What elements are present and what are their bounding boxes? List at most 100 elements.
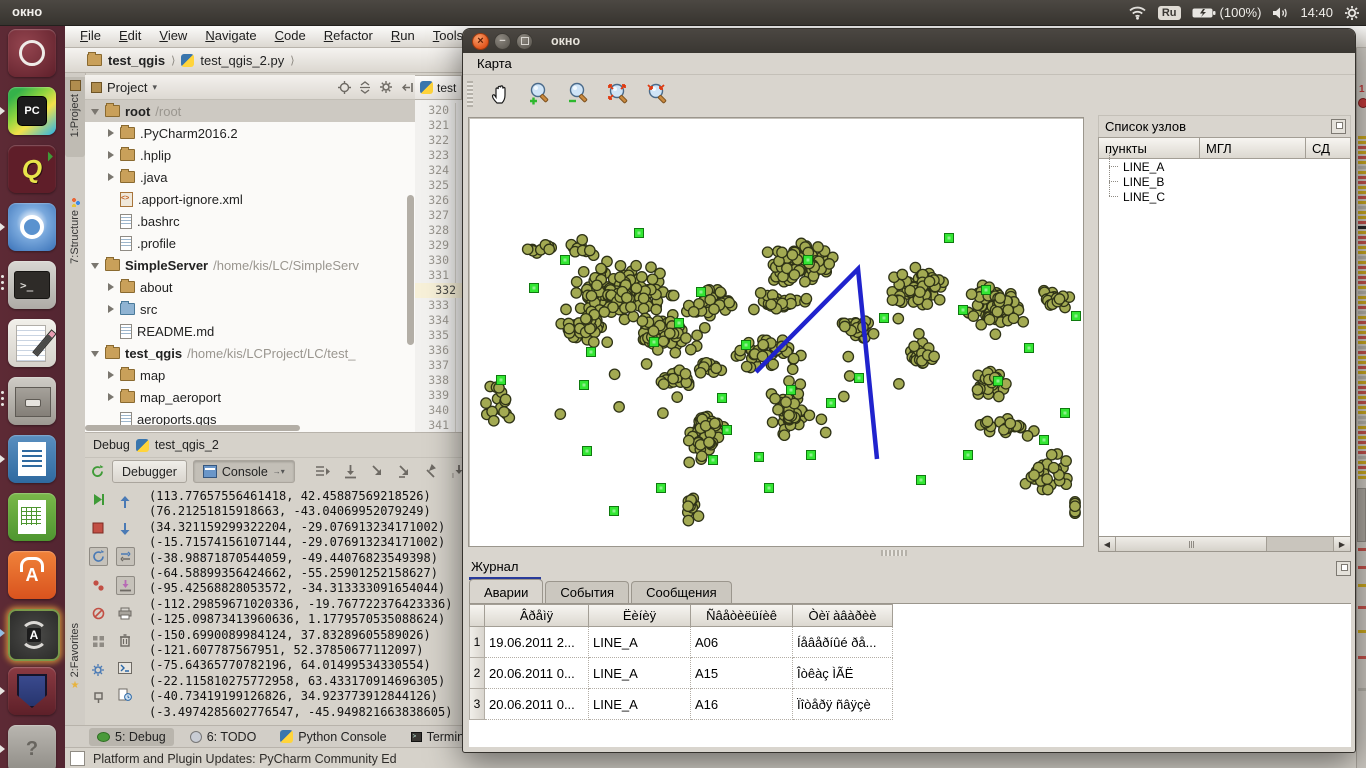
tree-item[interactable]: root /root — [85, 100, 415, 122]
clock[interactable]: 14:40 — [1300, 5, 1333, 20]
tree-item[interactable]: README.md — [85, 320, 415, 342]
clear-trash-icon[interactable] — [117, 632, 134, 649]
stripe-mark[interactable] — [1358, 346, 1366, 349]
zoom-full-extent-icon[interactable] — [603, 79, 633, 109]
stripe-mark[interactable] — [1358, 271, 1366, 274]
stripe-mark[interactable] — [1358, 356, 1366, 359]
chevron-down-icon[interactable]: ▾ — [152, 82, 157, 93]
resume-icon[interactable] — [90, 491, 107, 508]
tree-item[interactable]: SimpleServer /home/kis/LC/SimpleServ — [85, 254, 415, 276]
journal-tab-События[interactable]: События — [545, 581, 629, 603]
tree-item[interactable]: .apport-ignore.xml — [85, 188, 415, 210]
okno-titlebar[interactable]: × − окно — [463, 29, 1355, 53]
status-window-icon[interactable] — [70, 751, 85, 766]
stripe-mark[interactable] — [1358, 151, 1366, 154]
stop-icon[interactable] — [90, 519, 107, 536]
battery-indicator[interactable]: (100%) — [1192, 5, 1262, 20]
stripe-mark[interactable] — [1358, 161, 1366, 164]
stripe-mark[interactable] — [1358, 406, 1366, 409]
stripe-mark[interactable] — [1358, 411, 1366, 414]
locate-icon[interactable] — [336, 79, 352, 95]
stripe-mark[interactable] — [1358, 331, 1366, 334]
show-execution-point-icon[interactable] — [315, 464, 331, 479]
stripe-mark[interactable] — [1358, 396, 1366, 399]
menu-item-file[interactable]: File — [71, 25, 110, 43]
stripe-mark[interactable] — [1358, 421, 1366, 424]
stripe-mark[interactable] — [1358, 256, 1366, 259]
stripe-mark[interactable] — [1358, 436, 1366, 439]
stripe-mark[interactable] — [1358, 441, 1366, 444]
expand-arrow-icon[interactable] — [108, 371, 114, 379]
toolbar-drag-handle[interactable] — [467, 81, 473, 107]
stripe-mark[interactable] — [1358, 446, 1366, 449]
stripe-mark[interactable] — [1358, 461, 1366, 464]
stripe-mark[interactable] — [1358, 351, 1366, 354]
variables-view-icon[interactable] — [116, 547, 135, 566]
stripe-mark[interactable] — [1358, 401, 1366, 404]
zoom-out-icon[interactable] — [564, 79, 594, 109]
tree-item[interactable]: .java — [85, 166, 415, 188]
launcher-item-archive[interactable] — [0, 373, 65, 431]
launcher-item-terminal[interactable]: >_ — [0, 257, 65, 315]
stripe-mark[interactable] — [1358, 688, 1366, 691]
stripe-mark[interactable] — [1358, 426, 1366, 429]
stripe-mark[interactable] — [1358, 216, 1366, 219]
zoom-in-icon[interactable] — [525, 79, 555, 109]
project-panel-title[interactable]: Project — [107, 80, 147, 95]
stripe-mark[interactable] — [1358, 166, 1366, 169]
tab-console[interactable]: Console →▾ — [193, 460, 295, 483]
node-item-LINE_A[interactable]: LINE_A — [1099, 159, 1350, 174]
stripe-mark[interactable] — [1358, 321, 1366, 324]
stripe-mark[interactable] — [1358, 261, 1366, 264]
collapse-arrow-icon[interactable] — [91, 351, 99, 357]
stripe-mark[interactable] — [1358, 416, 1366, 419]
stripe-mark[interactable] — [1358, 196, 1366, 199]
stripe-mark[interactable] — [1358, 191, 1366, 194]
volume-icon[interactable] — [1272, 6, 1289, 20]
stripe-mark[interactable] — [1358, 306, 1366, 309]
stripe-mark[interactable] — [1358, 361, 1366, 364]
terminal-icon[interactable] — [117, 659, 134, 676]
stripe-mark[interactable] — [1358, 181, 1366, 184]
journal-col-1[interactable]: Ëèíèÿ — [589, 604, 691, 627]
expand-arrow-icon[interactable] — [108, 129, 114, 137]
stripe-mark[interactable] — [1358, 316, 1366, 319]
stripe-mark[interactable] — [1358, 386, 1366, 389]
tree-item[interactable]: .profile — [85, 232, 415, 254]
stripe-mark[interactable] — [1358, 176, 1366, 179]
breadcrumb-file[interactable]: test_qgis_2.py — [200, 53, 284, 68]
stripe-mark[interactable] — [1358, 156, 1366, 159]
menu-item-view[interactable]: View — [150, 25, 196, 43]
close-button[interactable]: × — [472, 33, 489, 50]
stripe-mark[interactable] — [1358, 231, 1366, 234]
stripe-mark[interactable] — [1358, 136, 1366, 139]
expand-arrow-icon[interactable] — [108, 173, 114, 181]
collapse-all-icon[interactable] — [357, 79, 373, 95]
collapse-arrow-icon[interactable] — [91, 263, 99, 269]
stripe-mark[interactable] — [1358, 211, 1366, 214]
stripe-mark[interactable] — [1358, 341, 1366, 344]
launcher-item-software-center[interactable]: A — [0, 547, 65, 605]
expand-arrow-icon[interactable] — [108, 393, 114, 401]
launcher-item-writer[interactable] — [0, 431, 65, 489]
stripe-mark[interactable] — [1358, 226, 1366, 229]
journal-title[interactable]: Журнал — [471, 559, 518, 574]
tree-item[interactable]: map_aeroport — [85, 386, 415, 408]
launcher-item-qgis[interactable]: Q — [0, 141, 65, 199]
stripe-mark[interactable] — [1358, 326, 1366, 329]
stripe-mark[interactable] — [1358, 281, 1366, 284]
launcher-item-pycharm[interactable]: PC — [0, 83, 65, 141]
stripe-mark[interactable] — [1358, 391, 1366, 394]
launcher-item-gedit[interactable] — [0, 315, 65, 373]
mute-breakpoints-icon[interactable] — [90, 605, 107, 622]
launcher-item-dash[interactable] — [0, 25, 65, 83]
stripe-mark[interactable] — [1358, 471, 1366, 474]
stripe-mark[interactable] — [1358, 381, 1366, 384]
wifi-icon[interactable] — [1128, 5, 1147, 20]
stripe-mark[interactable] — [1358, 336, 1366, 339]
error-stripe-thumb[interactable] — [1357, 488, 1366, 542]
journal-row[interactable]: 3 20.06.2011 0... LINE_A A16 Ïîòåðÿ ñâÿç… — [469, 689, 1351, 720]
map-canvas[interactable] — [468, 117, 1084, 547]
tab-debugger[interactable]: Debugger — [112, 460, 187, 483]
stripe-mark[interactable] — [1358, 431, 1366, 434]
